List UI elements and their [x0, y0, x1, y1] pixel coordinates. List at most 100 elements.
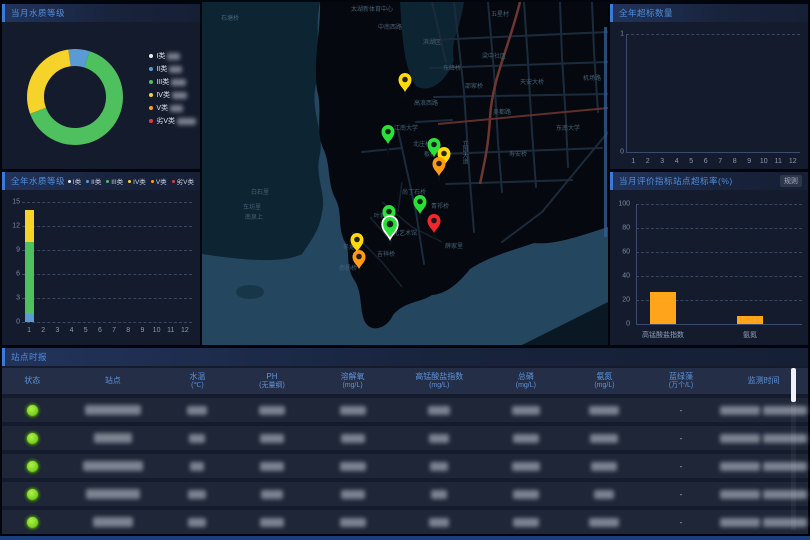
cell-value	[232, 434, 313, 443]
table-row[interactable]: -	[2, 510, 808, 534]
gridline	[22, 226, 192, 227]
legend-item-I类[interactable]: I类	[68, 176, 81, 186]
legend-dot	[86, 180, 89, 183]
annual-legend: I类 II类 III类 IV类 V类劣V类	[68, 176, 194, 186]
legend-item-III类[interactable]: III类	[149, 78, 196, 86]
map-scrollbar[interactable]	[604, 27, 607, 237]
gridline	[22, 202, 192, 203]
legend-item-IV类[interactable]: IV类	[128, 176, 146, 186]
column-header-PH: PH(无量纲)	[232, 372, 313, 391]
cell-value	[566, 406, 643, 415]
cell-value	[393, 406, 486, 415]
cell-station	[62, 433, 163, 443]
value-redacted	[512, 406, 540, 415]
column-header-状态: 状态	[2, 376, 62, 386]
column-name: 水温	[189, 372, 205, 382]
legend-item-V类[interactable]: V类	[151, 176, 167, 186]
legend-label: III类	[111, 176, 123, 186]
legend-item-I类[interactable]: I类	[149, 52, 196, 60]
time-redacted	[763, 518, 807, 527]
time-redacted	[720, 434, 760, 443]
value-redacted	[429, 434, 449, 443]
x-tick-label: 7	[718, 158, 722, 165]
cell-value	[312, 518, 393, 527]
map-label: 南泉上	[245, 213, 263, 221]
cell-algae: -	[643, 434, 720, 443]
cell-status	[2, 432, 62, 445]
legend-dot	[149, 80, 153, 84]
station-name-redacted	[83, 461, 143, 471]
exceed-line-chart: 10123456789101112	[610, 22, 808, 169]
panel-annual-exceed: 全年超标数量 10123456789101112	[610, 4, 808, 169]
value-redacted	[513, 490, 539, 499]
x-tick-label: 3	[660, 158, 664, 165]
cell-value	[163, 490, 232, 499]
cell-value	[312, 434, 393, 443]
legend-item-IV类[interactable]: IV类	[149, 91, 196, 99]
legend-dot	[68, 180, 71, 183]
table-row[interactable]: -	[2, 482, 808, 506]
legend-dot	[149, 93, 153, 97]
x-tick-label: 6	[704, 158, 708, 165]
y-tick-label: 1	[606, 31, 624, 38]
map-label: 东南大学	[556, 124, 580, 132]
table-row[interactable]: -	[2, 398, 808, 422]
table-row[interactable]: -	[2, 426, 808, 450]
rule-button[interactable]: 规则	[780, 175, 802, 187]
legend-label: V类	[156, 176, 167, 186]
legend-label: I类	[156, 51, 165, 61]
y-tick-label: 3	[2, 295, 20, 302]
station-map[interactable]: 石塘桥太湖新体育中心中南西路滨湖区五星村梁中社区东绛桥邵家桥天安大桥机场路高浪西…	[202, 2, 608, 345]
value-redacted	[188, 490, 206, 499]
gridline	[22, 274, 192, 275]
y-tick-label: 0	[612, 321, 630, 328]
column-header-高锰酸盐指数: 高锰酸盐指数(mg/L)	[393, 372, 486, 391]
map-label: 白石里	[251, 188, 269, 196]
panel-header: 当月评价指标站点超标率(%) 规则	[610, 172, 808, 190]
status-ok-indicator	[26, 460, 39, 473]
stacked-bar-II类[interactable]	[25, 314, 34, 322]
map-label: 高浪西路	[414, 99, 438, 107]
x-tick-label: 12	[789, 158, 797, 165]
map-label: 邵家桥	[465, 82, 483, 90]
cell-value	[566, 490, 643, 499]
legend-item-劣V类[interactable]: 劣V类	[172, 176, 194, 186]
column-header-氨氮: 氨氮(mg/L)	[566, 372, 643, 391]
cell-value	[393, 490, 486, 499]
legend-dot	[149, 54, 153, 58]
cell-value	[393, 518, 486, 527]
cell-value	[393, 434, 486, 443]
stacked-bar-III类[interactable]	[25, 242, 34, 314]
table-row[interactable]: -	[2, 454, 808, 478]
map-label: 机场路	[583, 74, 601, 82]
legend-item-II类[interactable]: II类	[86, 176, 101, 186]
legend-item-III类[interactable]: III类	[106, 176, 123, 186]
legend-item-V类[interactable]: V类	[149, 104, 196, 112]
rate-bar-高锰酸盐指数[interactable]	[650, 292, 676, 324]
y-axis	[626, 34, 627, 152]
panel-header: 全年超标数量	[610, 4, 808, 22]
legend-label: V类	[156, 103, 168, 113]
map-label: 车坊里	[243, 203, 261, 211]
legend-value-redacted	[171, 79, 186, 86]
y-tick-label: 100	[612, 201, 630, 208]
x-tick-label: 10	[153, 327, 161, 334]
column-header-总磷: 总磷(mg/L)	[486, 372, 567, 391]
rate-bar-氨氮[interactable]	[737, 316, 763, 324]
legend-value-redacted	[172, 92, 187, 99]
algae-empty-value: -	[680, 490, 683, 499]
cell-station	[62, 517, 163, 527]
column-name: 站点	[105, 376, 121, 386]
cell-value	[163, 406, 232, 415]
legend-item-II类[interactable]: II类	[149, 65, 196, 73]
value-redacted	[187, 406, 207, 415]
legend-item-劣V类[interactable]: 劣V类	[149, 117, 196, 125]
column-unit: (无量纲)	[259, 382, 285, 391]
legend-label: IV类	[156, 90, 170, 100]
legend-label: III类	[156, 77, 169, 87]
stacked-bar-IV类[interactable]	[25, 210, 34, 242]
cell-value	[566, 434, 643, 443]
map-label: 石塘桥	[221, 14, 239, 22]
table-scrollbar-thumb[interactable]	[791, 368, 796, 402]
panel-header: 全年水质等级 I类II类III类IV类V类劣V类	[2, 172, 200, 190]
